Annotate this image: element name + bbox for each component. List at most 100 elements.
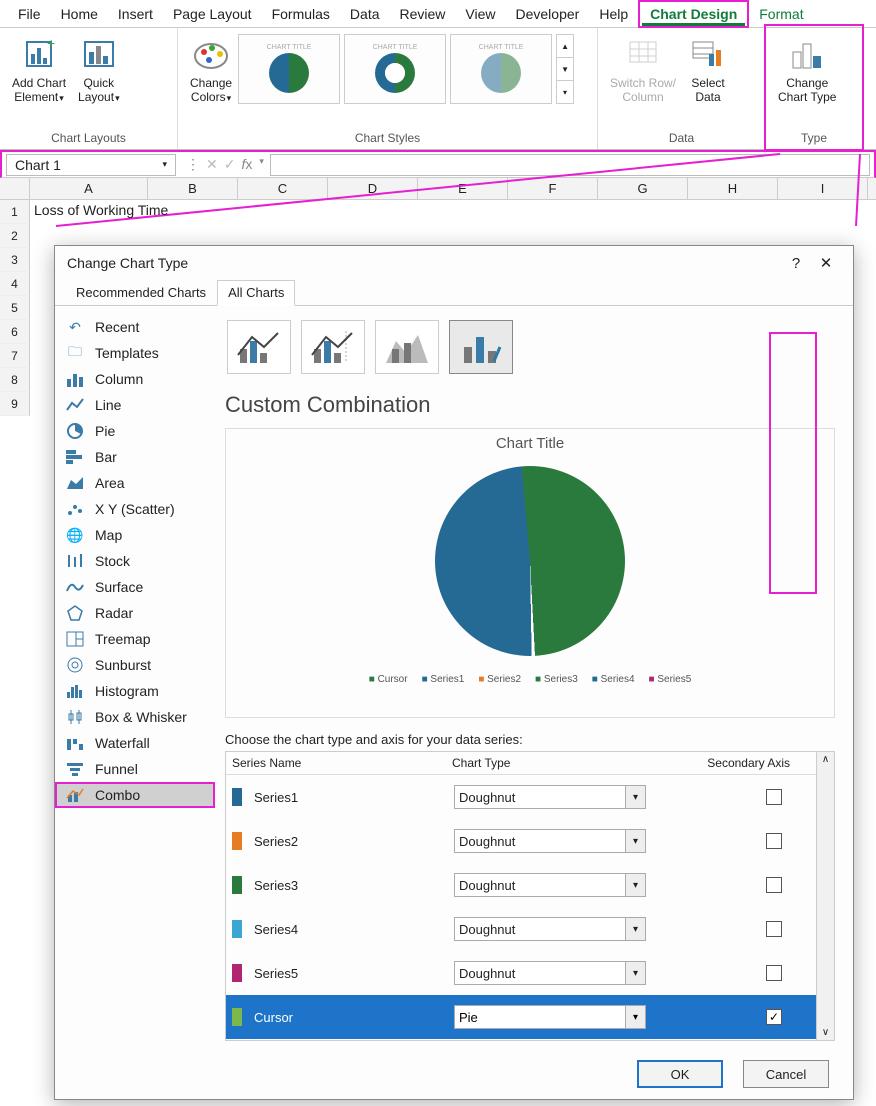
tab-all-charts[interactable]: All Charts <box>217 280 295 306</box>
ct-sunburst[interactable]: Sunburst <box>55 652 215 678</box>
tab-view[interactable]: View <box>455 2 505 26</box>
chevron-down-icon[interactable]: ▾ <box>162 159 167 170</box>
change-colors-button[interactable]: Change Colors▾ <box>184 32 238 107</box>
formula-bar[interactable] <box>270 154 870 176</box>
fx-icon[interactable]: fx <box>241 156 252 173</box>
ct-recent[interactable]: ↶Recent <box>55 314 215 340</box>
subtype-custom[interactable] <box>449 320 513 374</box>
chevron-down-icon[interactable]: ▾ <box>625 830 645 852</box>
tab-formulas[interactable]: Formulas <box>262 2 340 26</box>
gallery-down-icon[interactable]: ▼ <box>557 58 573 81</box>
subtype-1[interactable] <box>227 320 291 374</box>
chevron-down-icon[interactable]: ▾ <box>625 918 645 940</box>
secondary-axis-checkbox[interactable]: ✓ <box>766 1009 782 1025</box>
ct-stock[interactable]: Stock <box>55 548 215 574</box>
style-thumb-1[interactable]: CHART TITLE <box>238 34 340 104</box>
row-4[interactable]: 4 <box>0 272 30 296</box>
tab-page-layout[interactable]: Page Layout <box>163 2 262 26</box>
ct-line[interactable]: Line <box>55 392 215 418</box>
gallery-up-icon[interactable]: ▲ <box>557 35 573 58</box>
tab-data[interactable]: Data <box>340 2 390 26</box>
tab-review[interactable]: Review <box>390 2 456 26</box>
col-c[interactable]: C <box>238 178 328 199</box>
series-row-series2[interactable]: Series2Doughnut▾ <box>226 819 816 863</box>
ct-bar[interactable]: Bar <box>55 444 215 470</box>
subtype-2[interactable] <box>301 320 365 374</box>
row-8[interactable]: 8 <box>0 368 30 392</box>
secondary-axis-checkbox[interactable] <box>766 877 782 893</box>
row-6[interactable]: 6 <box>0 320 30 344</box>
row-1[interactable]: 1 <box>0 200 30 224</box>
col-i[interactable]: I <box>778 178 868 199</box>
ct-column[interactable]: Column <box>55 366 215 392</box>
select-all-corner[interactable] <box>0 178 30 199</box>
ct-combo[interactable]: Combo <box>55 782 215 808</box>
tab-home[interactable]: Home <box>51 2 108 26</box>
series-row-series5[interactable]: Series5Doughnut▾ <box>226 951 816 995</box>
change-chart-type-button[interactable]: Change Chart Type <box>772 32 842 107</box>
dialog-titlebar[interactable]: Change Chart Type ? ✕ <box>55 246 853 280</box>
ct-scatter[interactable]: X Y (Scatter) <box>55 496 215 522</box>
ct-area[interactable]: Area <box>55 470 215 496</box>
scroll-down-icon[interactable]: ∨ <box>822 1027 829 1038</box>
close-icon[interactable]: ✕ <box>811 254 841 272</box>
row-3[interactable]: 3 <box>0 248 30 272</box>
series-row-cursor[interactable]: CursorPie▾✓ <box>226 995 816 1039</box>
ct-pie[interactable]: Pie <box>55 418 215 444</box>
ct-map[interactable]: 🌐Map <box>55 522 215 548</box>
chevron-down-icon[interactable]: ▾ <box>625 874 645 896</box>
tab-format[interactable]: Format <box>749 2 813 26</box>
ct-histogram[interactable]: Histogram <box>55 678 215 704</box>
tab-insert[interactable]: Insert <box>108 2 163 26</box>
series-type-select[interactable]: Pie▾ <box>454 1005 646 1029</box>
cancel-icon[interactable]: ✕ <box>206 156 218 173</box>
name-box[interactable]: Chart 1▾ <box>6 154 176 176</box>
ct-radar[interactable]: Radar <box>55 600 215 626</box>
chevron-down-icon[interactable]: ▾ <box>625 962 645 984</box>
ok-button[interactable]: OK <box>637 1060 723 1088</box>
col-f[interactable]: F <box>508 178 598 199</box>
options-icon[interactable]: ⋮ <box>186 156 200 173</box>
row-2[interactable]: 2 <box>0 224 30 248</box>
series-type-select[interactable]: Doughnut▾ <box>454 961 646 985</box>
subtype-3[interactable] <box>375 320 439 374</box>
series-type-select[interactable]: Doughnut▾ <box>454 785 646 809</box>
tab-help[interactable]: Help <box>589 2 638 26</box>
tab-developer[interactable]: Developer <box>506 2 590 26</box>
gallery-spinner[interactable]: ▲▼▾ <box>556 34 574 104</box>
tab-chart-design[interactable]: Chart Design <box>638 0 749 28</box>
series-scrollbar[interactable]: ∧ ∨ <box>816 752 834 1040</box>
cancel-button[interactable]: Cancel <box>743 1060 829 1088</box>
col-h[interactable]: H <box>688 178 778 199</box>
col-b[interactable]: B <box>148 178 238 199</box>
row-7[interactable]: 7 <box>0 344 30 368</box>
col-g[interactable]: G <box>598 178 688 199</box>
col-d[interactable]: D <box>328 178 418 199</box>
chevron-down-icon[interactable]: ▾ <box>625 1006 645 1028</box>
style-thumb-3[interactable]: CHART TITLE <box>450 34 552 104</box>
select-data-button[interactable]: Select Data <box>682 32 734 107</box>
add-chart-element-button[interactable]: + Add Chart Element▾ <box>6 32 72 107</box>
tab-file[interactable]: File <box>8 2 51 26</box>
secondary-axis-checkbox[interactable] <box>766 789 782 805</box>
series-type-select[interactable]: Doughnut▾ <box>454 873 646 897</box>
col-e[interactable]: E <box>418 178 508 199</box>
series-type-select[interactable]: Doughnut▾ <box>454 917 646 941</box>
chart-styles-gallery[interactable]: CHART TITLE CHART TITLE CHART TITLE ▲▼▾ <box>238 32 574 106</box>
quick-layout-button[interactable]: Quick Layout▾ <box>72 32 126 107</box>
series-row-series3[interactable]: Series3Doughnut▾ <box>226 863 816 907</box>
secondary-axis-checkbox[interactable] <box>766 921 782 937</box>
row-5[interactable]: 5 <box>0 296 30 320</box>
dialog-help-button[interactable]: ? <box>781 255 811 272</box>
fx-dropdown-icon[interactable]: ▾ <box>259 156 264 173</box>
ct-treemap[interactable]: Treemap <box>55 626 215 652</box>
series-type-select[interactable]: Doughnut▾ <box>454 829 646 853</box>
style-thumb-2[interactable]: CHART TITLE <box>344 34 446 104</box>
ct-waterfall[interactable]: Waterfall <box>55 730 215 756</box>
ct-box-whisker[interactable]: Box & Whisker <box>55 704 215 730</box>
secondary-axis-checkbox[interactable] <box>766 965 782 981</box>
row-9[interactable]: 9 <box>0 392 30 416</box>
enter-icon[interactable]: ✓ <box>224 156 236 173</box>
ct-templates[interactable]: 🗀Templates <box>55 340 215 366</box>
tab-recommended-charts[interactable]: Recommended Charts <box>65 280 217 306</box>
